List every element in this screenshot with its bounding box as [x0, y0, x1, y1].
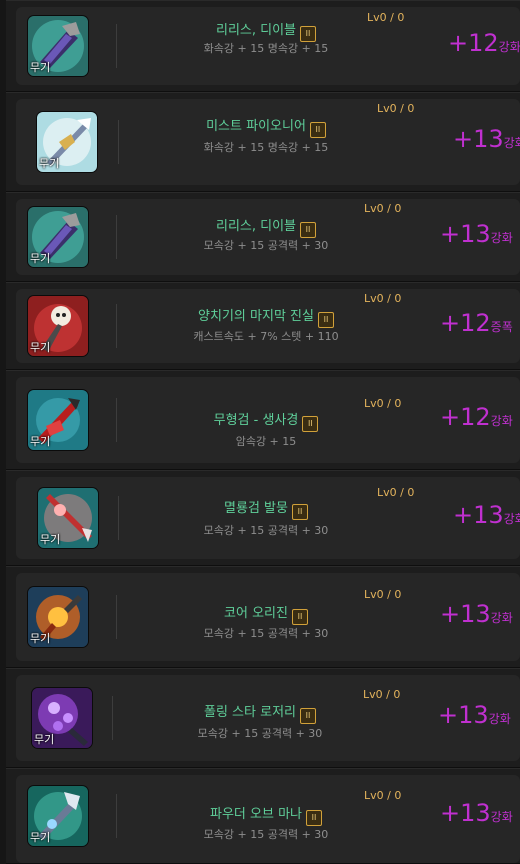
item-name: 파우더 오브 마나 II: [146, 803, 386, 826]
item-level: Lv0 / 0: [367, 11, 405, 24]
enhance-level: +13강화: [438, 701, 511, 729]
item-name-text: 무형검 - 생사경: [213, 413, 299, 428]
item-name: 미스트 파이오니어 II: [146, 115, 386, 138]
item-name: 양치기의 마지막 진실 II: [146, 305, 386, 328]
item-category: 무기: [30, 252, 51, 265]
core-origin-weapon-icon: 무기: [28, 587, 88, 647]
tier-badge: II: [317, 312, 334, 328]
item-name-text: 리리스, 디이블: [215, 219, 297, 234]
item-level: Lv0 / 0: [377, 102, 415, 115]
item-name-text: 리리스, 디이블: [215, 23, 297, 38]
item-stats: 모속강 + 15 공격력 + 30: [203, 627, 329, 640]
mist-pioneer-weapon-icon: 무기: [37, 112, 97, 172]
item-category: 무기: [30, 61, 51, 74]
tier-badge: II: [291, 504, 308, 520]
divider: [116, 304, 117, 348]
item-name-text: 양치기의 마지막 진실: [198, 309, 314, 324]
tier-badge: II: [309, 122, 326, 138]
list-item[interactable]: 무기 양치기의 마지막 진실 II 캐스트속도 + 7% 스텟 + 110 Lv0…: [6, 282, 520, 370]
enhance-level: +12증폭: [440, 309, 513, 337]
item-stats: 캐스트속도 + 7% 스텟 + 110: [193, 330, 339, 343]
list-item[interactable]: 무기 리리스, 디이블 II 모속강 + 15 공격력 + 30 Lv0 / 0 …: [6, 192, 520, 282]
enhance-level: +12강화: [448, 29, 520, 57]
item-name: 리리스, 디이블 II: [146, 215, 386, 238]
item-level: Lv0 / 0: [364, 397, 402, 410]
divider: [118, 496, 119, 540]
item-level: Lv0 / 0: [364, 789, 402, 802]
enhance-level: +13강화: [453, 125, 520, 153]
item-name-text: 코어 오리진: [224, 606, 288, 621]
falling-star-rosary-icon: 무기: [32, 688, 92, 748]
tier-badge: II: [300, 708, 316, 724]
item-category: 무기: [30, 831, 51, 844]
item-name: 멸룡검 발뭉 II: [146, 497, 386, 520]
shepherd-weapon-icon: 무기: [28, 296, 88, 356]
divider: [116, 595, 117, 639]
weapon-list: 무기 리리스, 디이블 II 화속강 + 15 명속강 + 15 Lv0 / 0 …: [0, 0, 520, 864]
item-name-text: 미스트 파이오니어: [206, 119, 306, 134]
list-item[interactable]: 무기 멸룡검 발뭉 II 모속강 + 15 공격력 + 30 Lv0 / 0 +1…: [6, 470, 520, 566]
item-stats: 모속강 + 15 공격력 + 30: [203, 524, 329, 537]
item-level: Lv0 / 0: [363, 688, 401, 701]
enhance-level: +13강화: [453, 501, 520, 529]
item-category: 무기: [30, 435, 51, 448]
list-item[interactable]: 무기 파우더 오브 마나 II 모속강 + 15 공격력 + 30 Lv0 / 0…: [6, 768, 520, 864]
item-name: 무형검 - 생사경 II: [146, 409, 386, 432]
item-level: Lv0 / 0: [364, 588, 402, 601]
item-stats: 화속강 + 15 명속강 + 15: [203, 141, 329, 154]
tier-badge: II: [302, 416, 319, 432]
list-item[interactable]: 무기 코어 오리진 II 모속강 + 15 공격력 + 30 Lv0 / 0 +1…: [6, 566, 520, 668]
enhance-level: +13강화: [440, 220, 513, 248]
powder-of-mana-weapon-icon: 무기: [28, 786, 88, 846]
dark-claw-weapon-icon: 무기: [28, 207, 88, 267]
item-category: 무기: [40, 533, 61, 546]
item-stats: 화속강 + 15 명속강 + 15: [203, 42, 329, 55]
list-item[interactable]: 무기 리리스, 디이블 II 화속강 + 15 명속강 + 15 Lv0 / 0 …: [6, 0, 520, 92]
tier-badge: II: [306, 810, 322, 826]
dragon-slayer-sword-icon: 무기: [38, 488, 98, 548]
item-name: 코어 오리진 II: [146, 602, 386, 625]
item-category: 무기: [39, 157, 60, 170]
list-item[interactable]: 무기 폴링 스타 로저리 II 모속강 + 15 공격력 + 30 Lv0 / 0…: [6, 668, 520, 768]
tier-badge: II: [291, 609, 308, 625]
item-category: 무기: [34, 733, 55, 746]
divider: [116, 794, 117, 838]
item-name: 폴링 스타 로저리 II: [140, 701, 380, 724]
divider: [116, 215, 117, 259]
enhance-level: +13강화: [440, 799, 513, 827]
item-stats: 암속강 + 15: [235, 435, 297, 448]
divider: [112, 696, 113, 740]
enhance-level: +12강화: [440, 403, 513, 431]
divider: [118, 120, 119, 164]
list-item[interactable]: 무기 무형검 - 생사경 II 암속강 + 15 Lv0 / 0 +12강화: [6, 370, 520, 470]
item-name: 리리스, 디이블 II: [146, 19, 386, 42]
item-level: Lv0 / 0: [364, 292, 402, 305]
item-level: Lv0 / 0: [377, 486, 415, 499]
item-category: 무기: [30, 632, 51, 645]
divider: [116, 398, 117, 442]
formless-sword-icon: 무기: [28, 390, 88, 450]
item-stats: 모속강 + 15 공격력 + 30: [203, 239, 329, 252]
divider: [116, 24, 117, 68]
item-category: 무기: [30, 341, 51, 354]
item-name-text: 멸룡검 발뭉: [224, 501, 288, 516]
tier-badge: II: [300, 222, 317, 238]
item-stats: 모속강 + 15 공격력 + 30: [203, 828, 329, 841]
list-item[interactable]: 무기 미스트 파이오니어 II 화속강 + 15 명속강 + 15 Lv0 / 0…: [6, 92, 520, 192]
item-name-text: 폴링 스타 로저리: [204, 705, 296, 720]
enhance-level: +13강화: [440, 600, 513, 628]
dark-claw-weapon-icon: 무기: [28, 16, 88, 76]
item-level: Lv0 / 0: [364, 202, 402, 215]
item-stats: 모속강 + 15 공격력 + 30: [197, 727, 323, 740]
item-name-text: 파우더 오브 마나: [210, 807, 302, 822]
